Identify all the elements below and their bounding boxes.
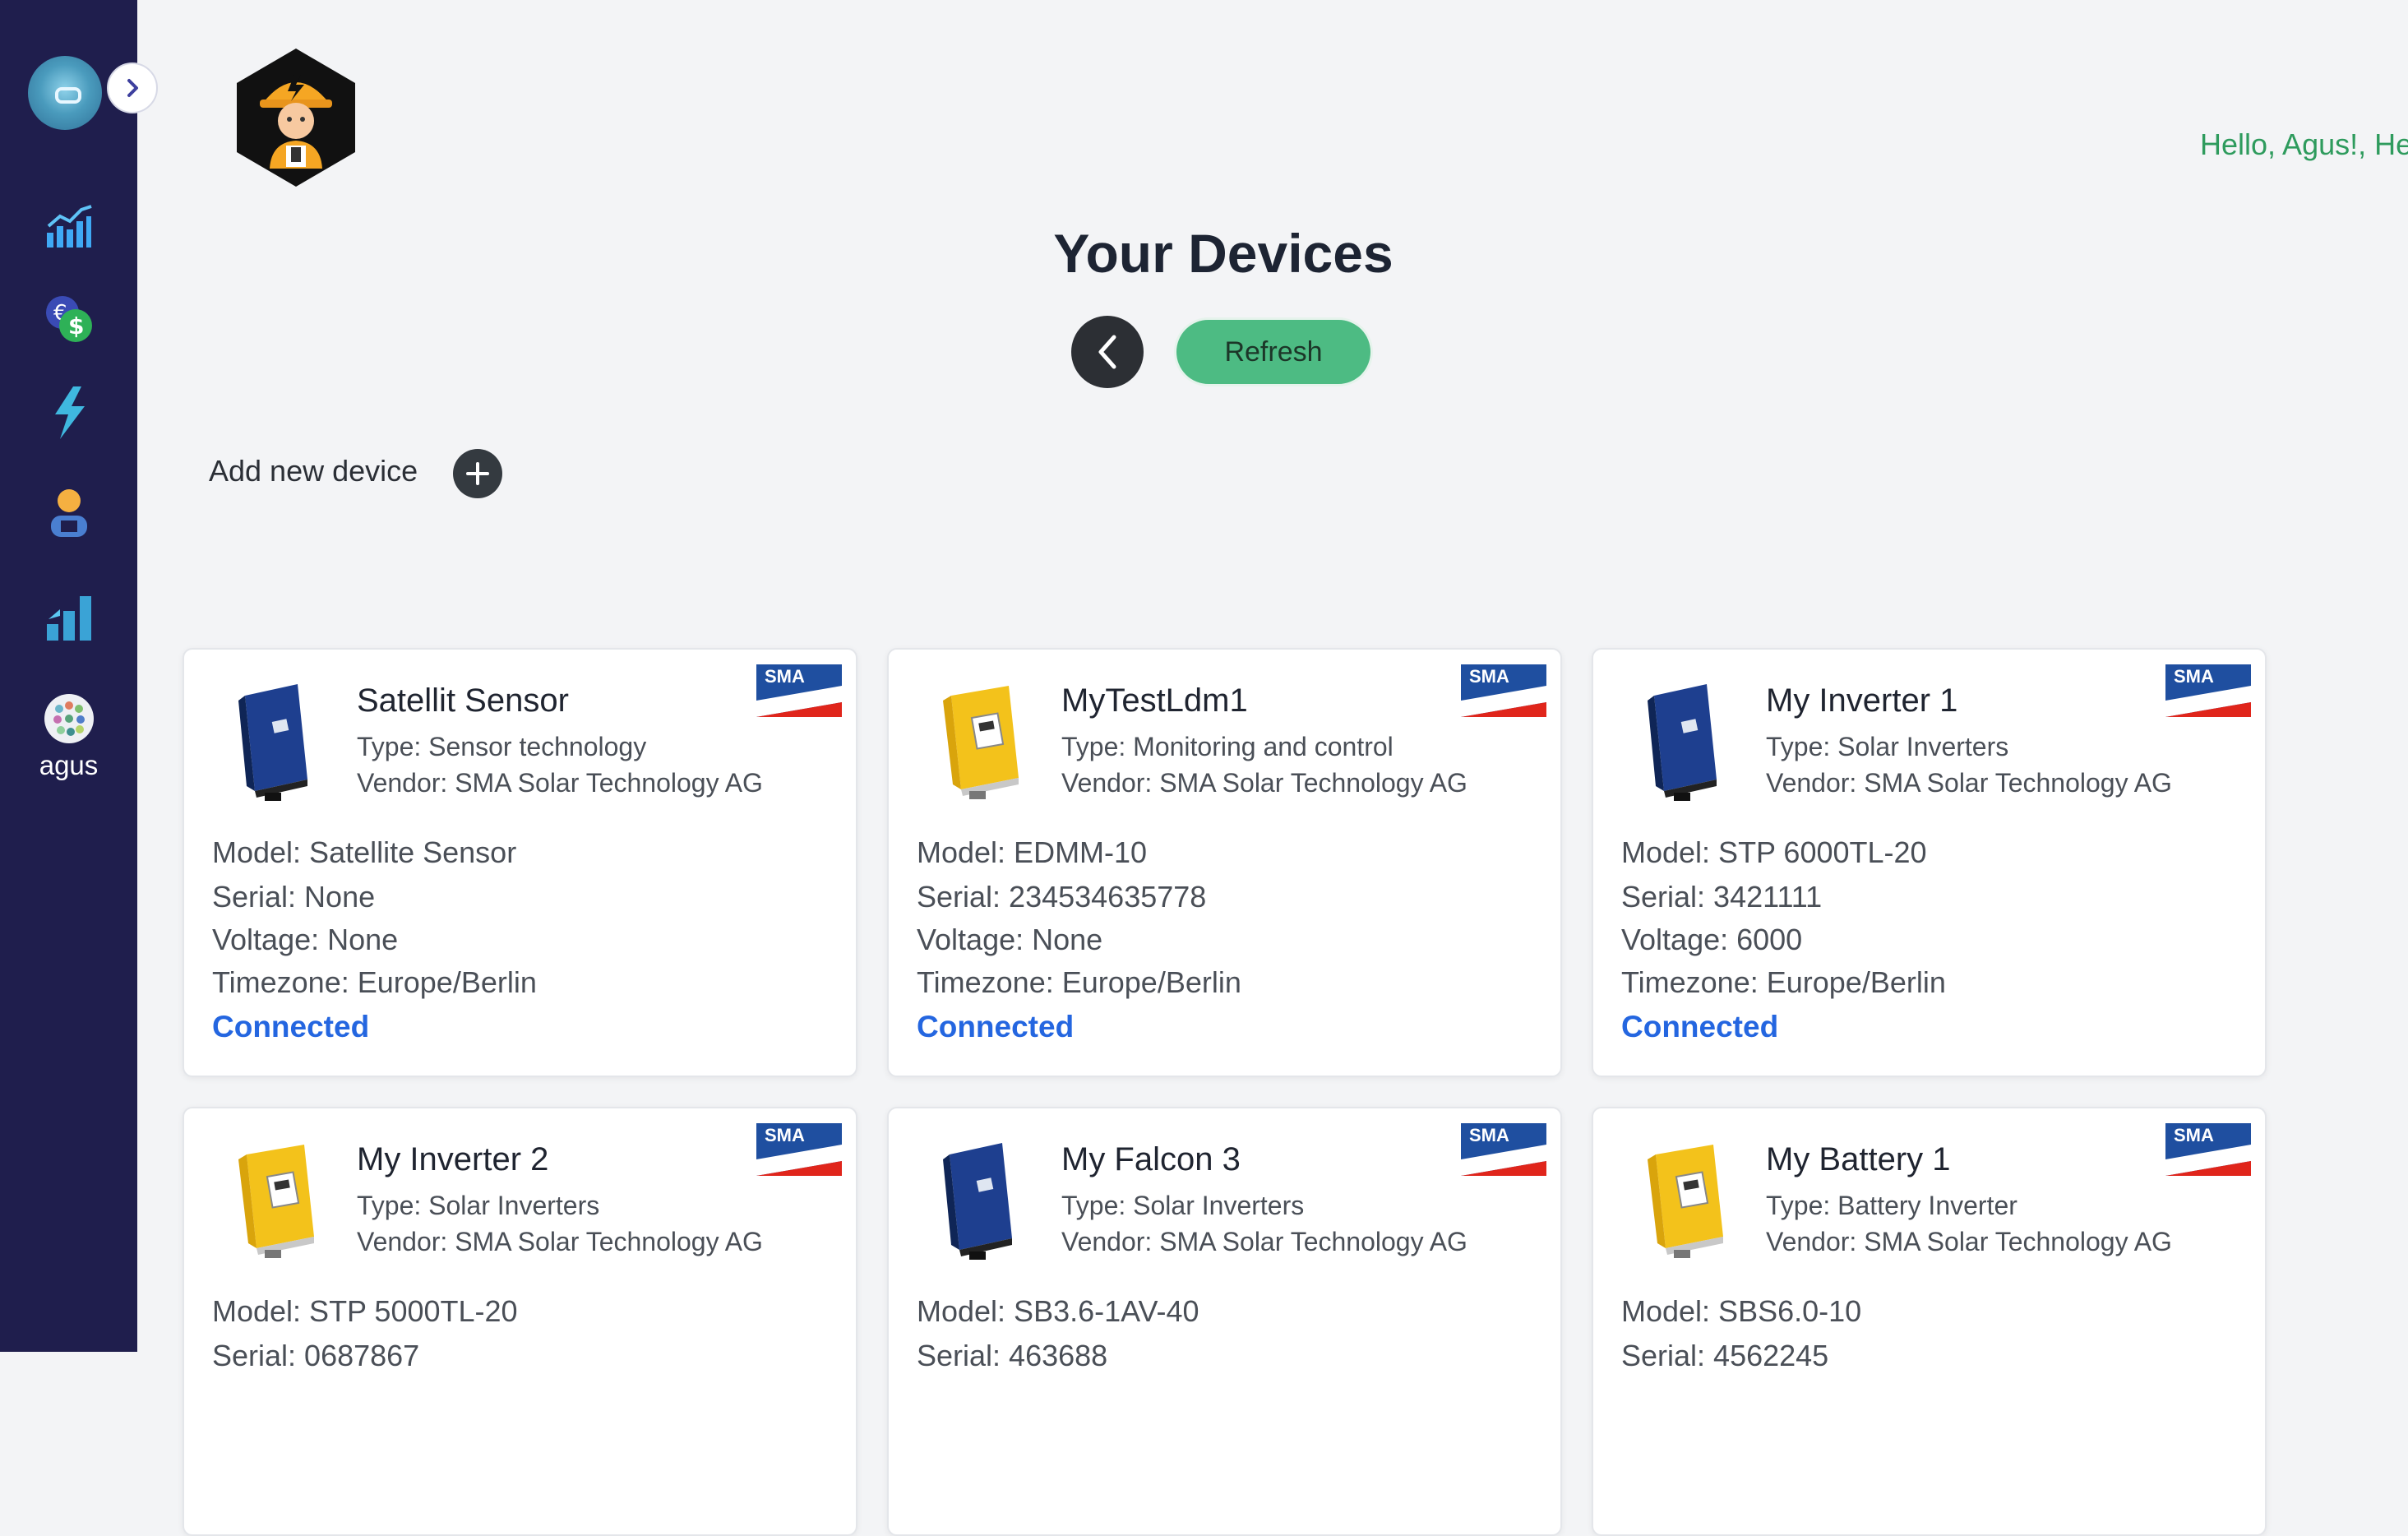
device-vendor: Vendor: SMA Solar Technology AG	[1061, 1227, 1467, 1256]
greeting-text: Hello, Agus!, He	[2200, 127, 2408, 161]
engineer-avatar-icon	[237, 49, 355, 187]
device-type: Type: Battery Inverter	[1766, 1191, 2017, 1220]
device-serial: Serial: 234534635778	[917, 880, 1207, 914]
brand-logo: SMA	[2165, 1123, 2251, 1176]
device-vendor: Vendor: SMA Solar Technology AG	[357, 1227, 763, 1256]
device-model: Model: EDMM-10	[917, 835, 1148, 869]
page-title: Your Devices	[1053, 223, 1393, 284]
blue-inverter-icon	[1648, 684, 1717, 801]
chevron-right-icon	[127, 79, 138, 97]
device-serial: Serial: 3421111	[1621, 880, 1823, 914]
device-name: My Inverter 2	[357, 1141, 549, 1177]
device-model: Model: STP 5000TL-20	[212, 1294, 518, 1328]
device-model: Model: Satellite Sensor	[212, 835, 517, 869]
device-card[interactable]: My Inverter 2 Type: Solar Inverters Vendor…	[183, 1107, 857, 1536]
brand-logo: SMA	[1461, 664, 1546, 717]
device-model: Model: SBS6.0-10	[1621, 1294, 1862, 1328]
device-vendor: Vendor: SMA Solar Technology AG	[357, 768, 763, 798]
device-image	[927, 681, 1033, 804]
refresh-button[interactable]: Refresh	[1174, 317, 1373, 386]
device-type: Type: Solar Inverters	[1766, 732, 2009, 761]
add-device-button[interactable]	[453, 449, 502, 498]
expand-sidebar-button[interactable]	[107, 62, 158, 113]
device-name: MyTestLdm1	[1061, 682, 1248, 719]
device-timezone: Timezone: Europe/Berlin	[212, 965, 537, 999]
brand-logo-text: SMA	[765, 666, 805, 687]
device-vendor: Vendor: SMA Solar Technology AG	[1766, 768, 2172, 798]
device-vendor: Vendor: SMA Solar Technology AG	[1766, 1227, 2172, 1256]
lightning-icon[interactable]	[43, 386, 95, 439]
device-type: Type: Solar Inverters	[357, 1191, 600, 1220]
device-model: Model: STP 6000TL-20	[1621, 835, 1927, 869]
brand-logo-text: SMA	[1469, 1125, 1509, 1145]
device-name: My Inverter 1	[1766, 682, 1958, 719]
device-voltage: Voltage: 6000	[1621, 923, 1803, 956]
device-image	[927, 1140, 1033, 1263]
device-serial: Serial: 4562245	[1621, 1339, 1829, 1372]
device-type: Type: Monitoring and control	[1061, 732, 1393, 761]
yellow-inverter-icon	[238, 1145, 314, 1258]
device-card[interactable]: Satellit Sensor Type: Sensor technology Ve…	[183, 648, 857, 1077]
stats-icon[interactable]	[43, 592, 95, 645]
device-serial: Serial: 0687867	[212, 1339, 420, 1372]
device-type: Type: Sensor technology	[357, 732, 647, 761]
device-image	[1631, 681, 1738, 804]
device-model: Model: SB3.6-1AV-40	[917, 1294, 1199, 1328]
blue-inverter-icon	[943, 1143, 1012, 1260]
device-card[interactable]: My Battery 1 Type: Battery Inverter Vendor…	[1592, 1107, 2267, 1536]
device-serial: Serial: None	[212, 880, 376, 914]
profile-avatar[interactable]	[230, 45, 362, 190]
device-card[interactable]: My Inverter 1 Type: Solar Inverters Vendor…	[1592, 648, 2267, 1077]
device-type: Type: Solar Inverters	[1061, 1191, 1305, 1220]
chevron-left-icon	[1098, 335, 1116, 369]
device-name: Satellit Sensor	[357, 682, 569, 719]
device-voltage: Voltage: None	[212, 923, 399, 956]
device-timezone: Timezone: Europe/Berlin	[917, 965, 1241, 999]
connection-status: Connected	[212, 1010, 370, 1043]
yellow-inverter-icon	[943, 686, 1019, 799]
brand-logo-text: SMA	[2174, 666, 2214, 687]
device-voltage: Voltage: None	[917, 923, 1103, 956]
device-vendor: Vendor: SMA Solar Technology AG	[1061, 768, 1467, 798]
engineer-icon[interactable]	[43, 487, 95, 539]
device-image	[1631, 1140, 1738, 1263]
blue-inverter-icon	[238, 684, 307, 801]
user-avatar-icon[interactable]	[43, 692, 95, 745]
app-logo[interactable]	[28, 56, 102, 130]
device-card[interactable]: MyTestLdm1 Type: Monitoring and control Ve…	[887, 648, 1562, 1077]
connection-status: Connected	[917, 1010, 1075, 1043]
device-timezone: Timezone: Europe/Berlin	[1621, 965, 1946, 999]
brand-logo-text: SMA	[765, 1125, 805, 1145]
brand-logo: SMA	[2165, 664, 2251, 717]
plus-icon	[466, 462, 489, 485]
device-name: My Battery 1	[1766, 1141, 1951, 1177]
device-image	[222, 1140, 329, 1263]
brand-logo: SMA	[756, 664, 842, 717]
yellow-inverter-icon	[1648, 1145, 1723, 1258]
brand-logo-text: SMA	[2174, 1125, 2214, 1145]
brand-logo: SMA	[756, 1123, 842, 1176]
sidebar-username[interactable]: agus	[0, 750, 137, 781]
currency-icon[interactable]: € $	[43, 293, 95, 345]
device-card[interactable]: My Falcon 3 Type: Solar Inverters Vendor: …	[887, 1107, 1562, 1536]
device-image	[222, 681, 329, 804]
brand-logo: SMA	[1461, 1123, 1546, 1176]
add-device-label[interactable]: Add new device	[209, 454, 418, 488]
back-button[interactable]	[1071, 316, 1144, 388]
svg-text:$: $	[68, 312, 84, 340]
sidebar: € $ agus	[0, 0, 137, 1352]
device-serial: Serial: 463688	[917, 1339, 1108, 1372]
brand-logo-text: SMA	[1469, 666, 1509, 687]
connection-status: Connected	[1621, 1010, 1779, 1043]
device-name: My Falcon 3	[1061, 1141, 1241, 1177]
